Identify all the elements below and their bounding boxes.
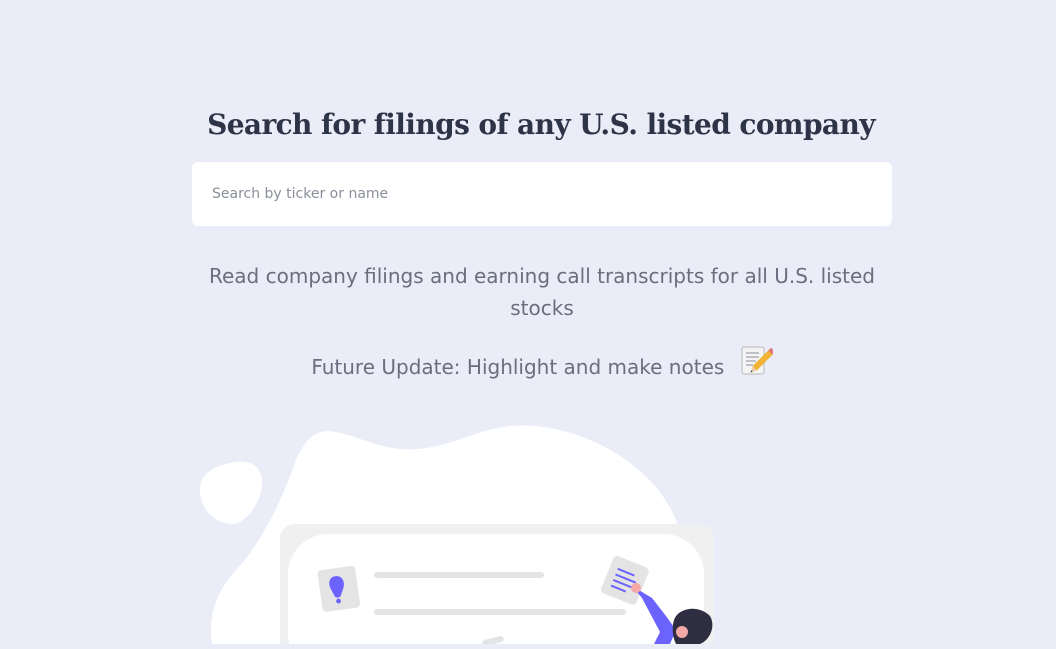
alert-note-icon	[317, 565, 361, 612]
search-box[interactable]	[192, 162, 892, 226]
small-blob-shape	[200, 461, 262, 524]
text-line	[374, 572, 544, 578]
search-input[interactable]	[192, 162, 892, 226]
page-title: Search for filings of any U.S. listed co…	[207, 108, 875, 141]
memo-icon	[739, 344, 775, 389]
future-update-line: Future Update: Highlight and make notes	[192, 344, 892, 389]
future-update-text: Future Update: Highlight and make notes	[311, 355, 725, 379]
text-line	[374, 609, 626, 615]
description-text: Read company filings and earning call tr…	[209, 264, 875, 320]
document-review-illustration	[196, 420, 726, 649]
